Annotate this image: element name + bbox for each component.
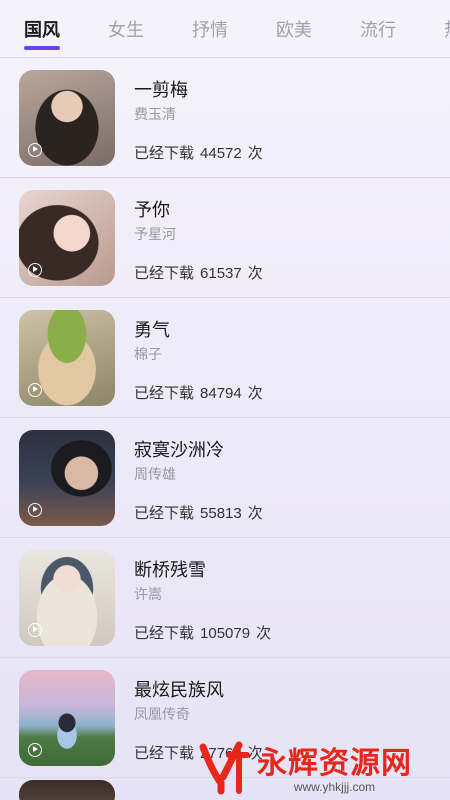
download-count: 已经下载 61537 次	[134, 262, 269, 283]
download-label: 已经下载	[134, 264, 195, 282]
song-item[interactable]: 寂寞沙洲冷 周传雄 已经下载 55813 次	[0, 418, 450, 538]
download-unit: 次	[247, 504, 263, 522]
song-cover	[19, 549, 115, 646]
song-artist: 周传雄	[134, 465, 176, 482]
watermark-url: www.yhkjjj.com	[293, 780, 376, 794]
song-cover	[19, 309, 115, 406]
download-count: 已经下载 105079 次	[134, 622, 277, 643]
download-label: 已经下载	[134, 744, 195, 762]
download-number: 84794	[200, 384, 242, 402]
watermark-text: 永辉资源网 www.yhkjjj.com	[257, 738, 412, 794]
download-count: 已经下载 44572 次	[134, 142, 269, 163]
site-watermark: 永辉资源网 www.yhkjjj.com	[195, 732, 450, 800]
download-unit: 次	[247, 264, 263, 282]
song-info: 勇气 棉子 已经下载 84794 次	[134, 310, 450, 406]
song-artist: 棉子	[134, 345, 162, 362]
download-number: 55813	[200, 504, 242, 522]
song-cover-partial	[19, 780, 115, 800]
song-list: 一剪梅 费玉清 已经下载 44572 次 予你 予星河 已经下载 61537 次	[0, 58, 450, 778]
song-item[interactable]: 勇气 棉子 已经下载 84794 次	[0, 298, 450, 418]
song-title: 最炫民族风	[134, 679, 224, 700]
song-title: 一剪梅	[134, 79, 188, 100]
tab-hot[interactable]: 热	[444, 16, 450, 42]
tab-western[interactable]: 欧美	[276, 16, 312, 42]
song-title: 勇气	[134, 319, 170, 340]
song-cover	[19, 429, 115, 526]
app-screen: 国风 女生 抒情 欧美 流行 热 一剪梅 费玉清 已经下载 44572 次	[0, 0, 450, 800]
download-number: 105079	[200, 624, 251, 642]
song-title: 寂寞沙洲冷	[134, 439, 224, 460]
tab-female[interactable]: 女生	[108, 16, 144, 42]
download-number: 44572	[200, 144, 242, 162]
tab-guofeng[interactable]: 国风	[24, 16, 60, 50]
song-cover	[19, 69, 115, 166]
play-icon	[28, 502, 42, 517]
play-icon	[28, 382, 42, 397]
song-title: 予你	[134, 199, 170, 220]
download-unit: 次	[247, 144, 263, 162]
tab-lyrical[interactable]: 抒情	[192, 16, 228, 42]
song-info: 一剪梅 费玉清 已经下载 44572 次	[134, 70, 450, 166]
watermark-title: 永辉资源网	[257, 747, 412, 780]
song-cover	[19, 669, 115, 766]
download-count: 已经下载 55813 次	[134, 502, 269, 523]
download-count: 已经下载 84794 次	[134, 382, 269, 403]
song-cover	[19, 189, 115, 286]
song-item[interactable]: 断桥残雪 许嵩 已经下载 105079 次	[0, 538, 450, 658]
song-item[interactable]: 予你 予星河 已经下载 61537 次	[0, 178, 450, 298]
song-artist: 许嵩	[134, 585, 162, 602]
download-label: 已经下载	[134, 384, 195, 402]
download-unit: 次	[256, 624, 272, 642]
tab-pop[interactable]: 流行	[360, 16, 396, 42]
song-title: 断桥残雪	[134, 559, 206, 580]
download-number: 61537	[200, 264, 242, 282]
song-artist: 凤凰传奇	[134, 705, 190, 722]
song-info: 予你 予星河 已经下载 61537 次	[134, 190, 450, 286]
watermark-logo-icon	[195, 737, 253, 795]
song-artist: 予星河	[134, 225, 176, 242]
play-icon	[28, 622, 42, 637]
category-tabs: 国风 女生 抒情 欧美 流行 热	[0, 0, 450, 58]
play-icon	[28, 142, 42, 157]
play-icon	[28, 262, 42, 277]
song-info: 断桥残雪 许嵩 已经下载 105079 次	[134, 550, 450, 646]
download-label: 已经下载	[134, 624, 195, 642]
play-icon	[28, 742, 42, 757]
download-label: 已经下载	[134, 504, 195, 522]
download-unit: 次	[247, 384, 263, 402]
song-artist: 费玉清	[134, 105, 176, 122]
song-item[interactable]: 一剪梅 费玉清 已经下载 44572 次	[0, 58, 450, 178]
download-label: 已经下载	[134, 144, 195, 162]
song-info: 寂寞沙洲冷 周传雄 已经下载 55813 次	[134, 430, 450, 526]
